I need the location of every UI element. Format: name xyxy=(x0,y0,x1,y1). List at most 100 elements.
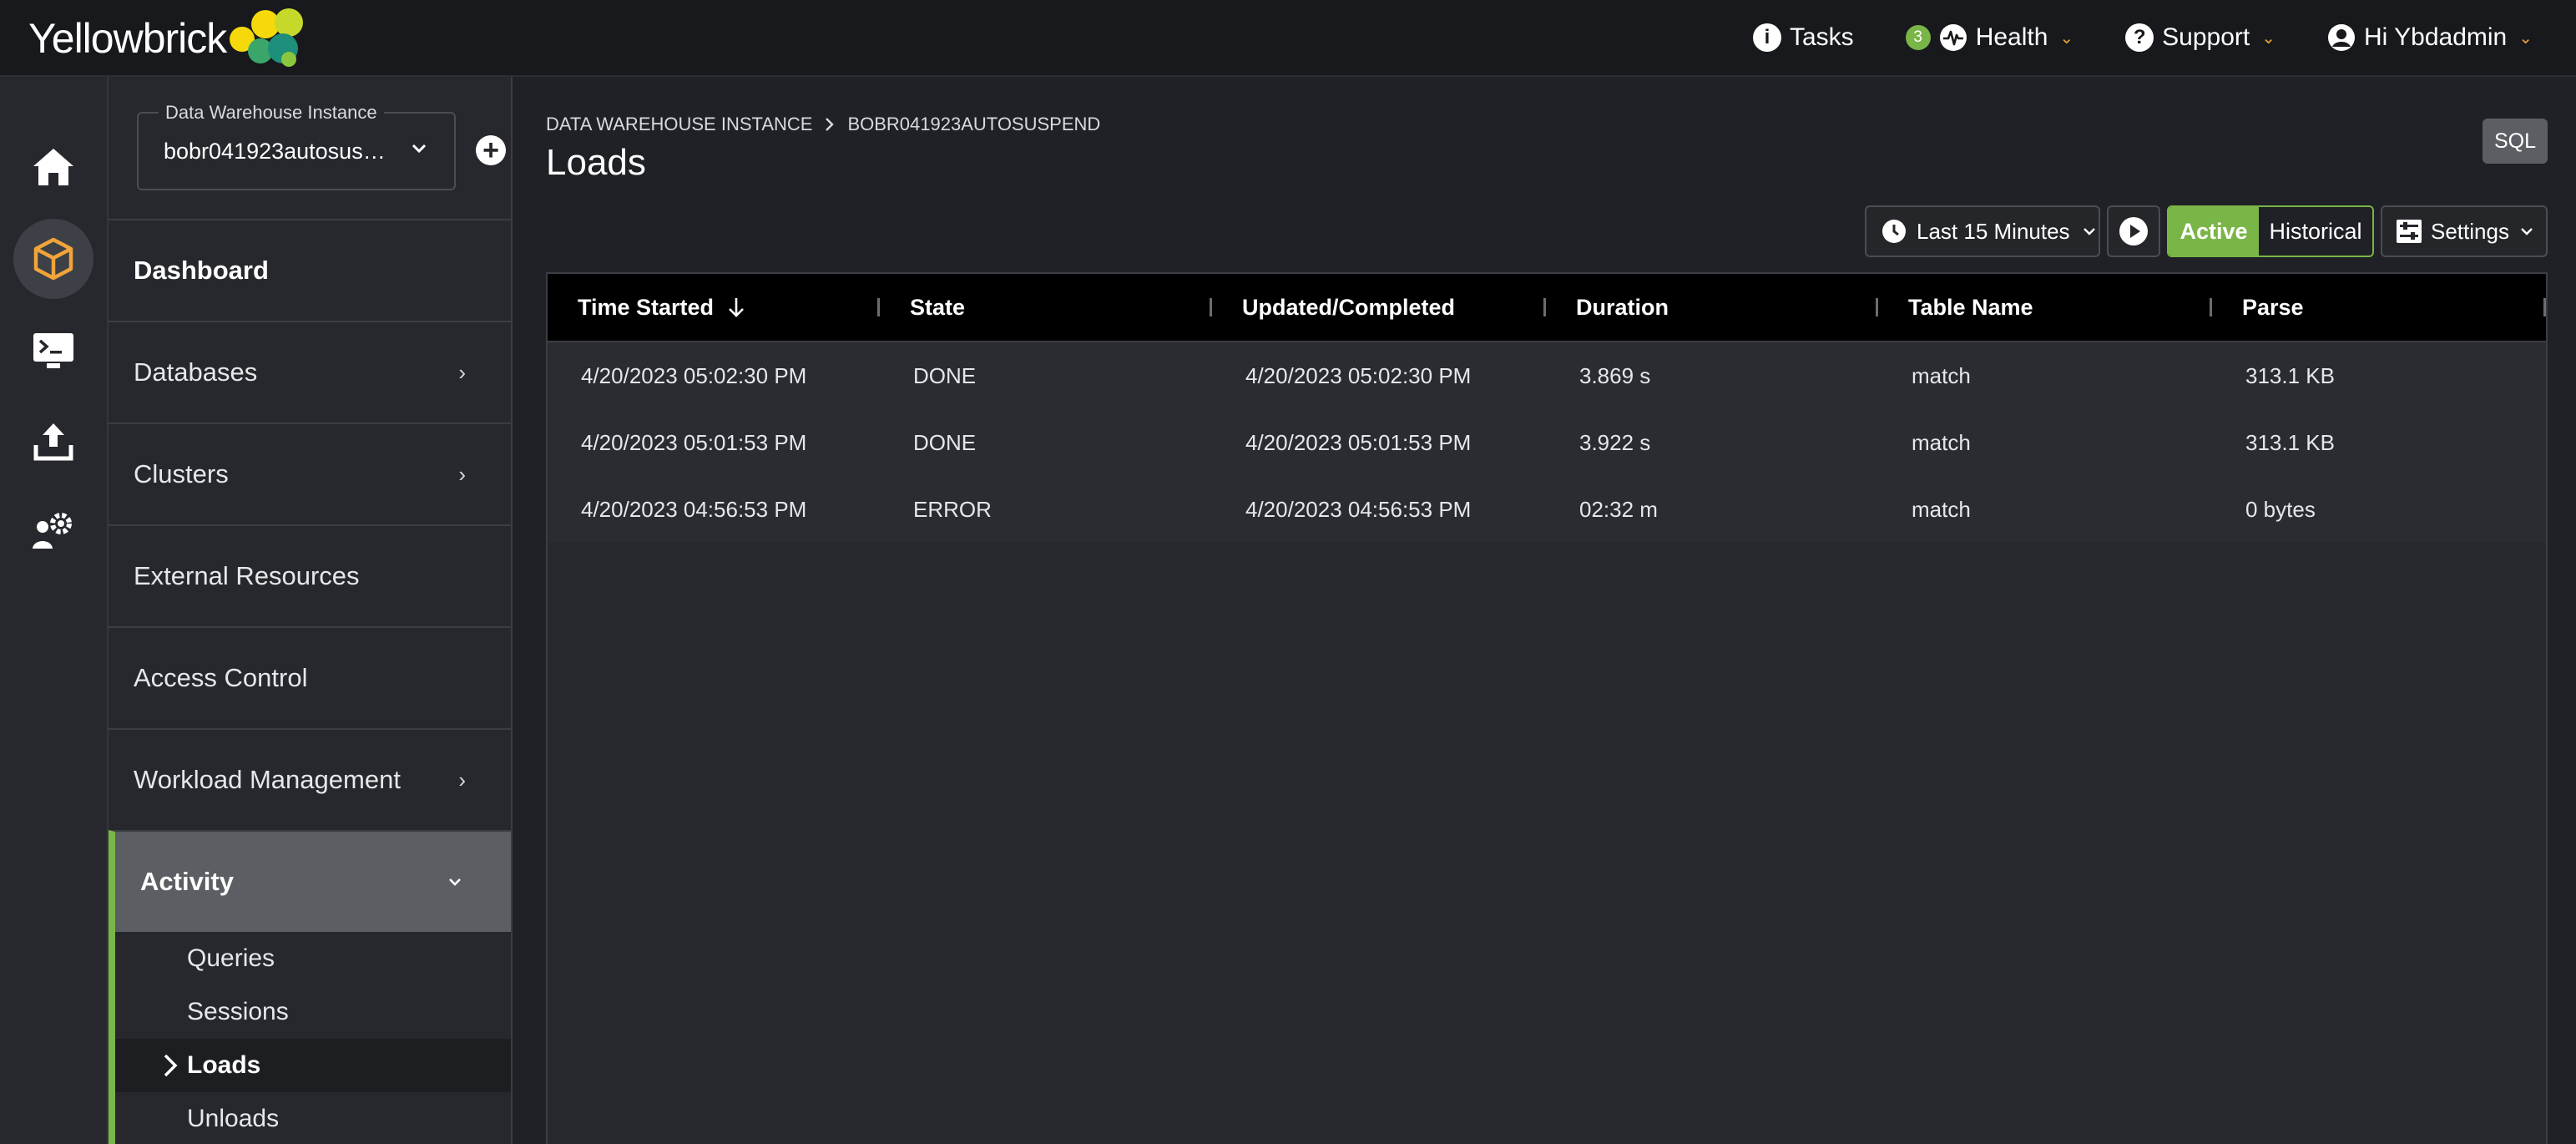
sidebar-subitem-sessions[interactable]: Sessions xyxy=(115,985,511,1039)
sidebar-subitem-label: Loads xyxy=(187,1051,261,1079)
cell-state: ERROR xyxy=(913,496,992,522)
cell-updated-completed: 4/20/2023 04:56:53 PM xyxy=(1245,496,1472,522)
tasks-label: Tasks xyxy=(1790,23,1854,51)
sidebar-item-label: External Resources xyxy=(134,561,360,590)
user-avatar-icon xyxy=(2328,24,2356,51)
sidebar-subitem-unloads[interactable]: Unloads xyxy=(115,1092,511,1144)
settings-label: Settings xyxy=(2431,218,2509,244)
chevron-down-icon xyxy=(2521,228,2533,235)
info-icon: i xyxy=(1753,23,1781,52)
toggle-active[interactable]: Active xyxy=(2169,207,2259,256)
chevron-right-icon: › xyxy=(458,767,466,792)
column-header-label: Parse xyxy=(2242,294,2304,320)
sidebar-item-clusters[interactable]: Clusters › xyxy=(109,423,511,524)
cell-table-name: match xyxy=(1912,496,1971,522)
toggle-historical[interactable]: Historical xyxy=(2259,207,2372,256)
column-header-label: Updated/Completed xyxy=(1242,294,1456,320)
top-bar: Yellowbrick i Tasks 3 Health ⌄ ? Support xyxy=(0,0,2576,77)
sidebar-subitem-label: Unloads xyxy=(187,1105,280,1132)
user-menu[interactable]: Hi Ybdadmin ⌄ xyxy=(2327,23,2533,52)
cell-updated-completed: 4/20/2023 05:02:30 PM xyxy=(1245,362,1472,388)
cube-icon[interactable] xyxy=(13,219,93,299)
play-button[interactable] xyxy=(2107,205,2160,257)
tasks-menu[interactable]: i Tasks xyxy=(1753,23,1854,52)
sidebar-item-label: Clusters xyxy=(134,459,229,488)
chevron-down-icon xyxy=(449,878,461,886)
pulse-icon xyxy=(1939,24,1967,51)
column-header-time-started[interactable]: Time Started xyxy=(548,273,880,342)
activity-subnav: Queries Sessions Loads Unloads xyxy=(109,932,511,1144)
column-header-state[interactable]: State xyxy=(880,273,1212,342)
upload-icon[interactable] xyxy=(13,401,93,481)
sidebar-item-label: Databases xyxy=(134,357,258,387)
clock-icon xyxy=(1882,220,1906,243)
cell-parse: 0 bytes xyxy=(2245,496,2316,522)
health-count-badge: 3 xyxy=(1905,25,1931,50)
time-range-label: Last 15 Minutes xyxy=(1917,218,2070,244)
sidebar: Data Warehouse Instance bobr041923autosu… xyxy=(109,77,513,1144)
sidebar-subitem-loads[interactable]: Loads xyxy=(115,1039,511,1092)
column-header-label: Table Name xyxy=(1908,294,2033,320)
cell-duration: 3.922 s xyxy=(1579,429,1651,455)
cell-time-started: 4/20/2023 04:56:53 PM xyxy=(581,496,807,522)
chevron-right-icon: › xyxy=(458,461,466,487)
cell-table-name: match xyxy=(1912,429,1971,455)
column-header-label: Duration xyxy=(1576,294,1669,320)
terminal-icon[interactable] xyxy=(13,311,93,391)
cell-table-name: match xyxy=(1912,362,1971,388)
brand-name: Yellowbrick xyxy=(28,15,227,62)
breadcrumb-item[interactable]: DATA WAREHOUSE INSTANCE xyxy=(546,114,812,135)
breadcrumb-item[interactable]: BOBR041923AUTOSUSPEND xyxy=(847,114,1100,135)
loads-table: Time Started State Updated/Completed Dur… xyxy=(546,272,2548,1144)
sidebar-subitem-label: Queries xyxy=(187,944,275,972)
column-header-label: State xyxy=(910,294,966,320)
chevron-right-icon: › xyxy=(458,359,466,385)
brand-logo[interactable]: Yellowbrick xyxy=(28,8,305,68)
sidebar-item-dashboard[interactable]: Dashboard xyxy=(109,219,511,321)
table-row[interactable]: 4/20/2023 05:02:30 PM DONE 4/20/2023 05:… xyxy=(548,342,2546,409)
cell-duration: 3.869 s xyxy=(1579,362,1651,388)
column-header-table-name[interactable]: Table Name xyxy=(1878,273,2212,342)
health-menu[interactable]: 3 Health ⌄ xyxy=(1905,23,2073,52)
chevron-right-icon xyxy=(164,1054,178,1077)
sidebar-item-workload-management[interactable]: Workload Management › xyxy=(109,728,511,830)
home-icon[interactable] xyxy=(13,127,93,207)
add-instance-icon[interactable]: + xyxy=(476,135,506,165)
sql-button[interactable]: SQL xyxy=(2483,119,2548,164)
column-header-parse[interactable]: Parse xyxy=(2212,273,2546,342)
column-header-duration[interactable]: Duration xyxy=(1546,273,1878,342)
sidebar-item-external-resources[interactable]: External Resources xyxy=(109,524,511,626)
column-header-updated-completed[interactable]: Updated/Completed xyxy=(1212,273,1546,342)
cell-parse: 313.1 KB xyxy=(2245,362,2335,388)
sidebar-item-access-control[interactable]: Access Control xyxy=(109,626,511,728)
active-historical-toggle: Active Historical xyxy=(2167,205,2374,257)
sidebar-item-label: Access Control xyxy=(134,663,308,692)
settings-menu[interactable]: Settings xyxy=(2381,205,2548,257)
chevron-right-icon xyxy=(826,118,835,131)
admin-gear-icon[interactable] xyxy=(13,491,93,571)
time-range-select[interactable]: Last 15 Minutes xyxy=(1865,205,2100,257)
support-menu[interactable]: ? Support ⌄ xyxy=(2125,23,2275,52)
column-resize-handle[interactable] xyxy=(2543,298,2546,316)
chevron-down-icon: ⌄ xyxy=(2518,28,2533,48)
cell-state: DONE xyxy=(913,362,977,388)
sidebar-item-activity[interactable]: Activity xyxy=(109,830,511,932)
instance-select-label: Data Warehouse Instance xyxy=(159,102,384,124)
sidebar-item-label: Activity xyxy=(140,867,234,896)
sidebar-nav: Dashboard Databases › Clusters › Externa… xyxy=(109,219,511,1144)
sidebar-item-databases[interactable]: Databases › xyxy=(109,321,511,423)
page-title: Loads xyxy=(546,142,646,183)
chevron-down-icon: ⌄ xyxy=(2261,28,2276,48)
breadcrumb: DATA WAREHOUSE INSTANCE BOBR041923AUTOSU… xyxy=(546,114,1100,135)
table-row[interactable]: 4/20/2023 05:01:53 PM DONE 4/20/2023 05:… xyxy=(548,409,2546,476)
table-body: 4/20/2023 05:02:30 PM DONE 4/20/2023 05:… xyxy=(548,342,2546,1144)
top-nav: i Tasks 3 Health ⌄ ? Support ⌄ Hi Ybdadm… xyxy=(1753,0,2533,75)
sidebar-subitem-queries[interactable]: Queries xyxy=(115,932,511,985)
instance-select[interactable]: Data Warehouse Instance bobr041923autosu… xyxy=(137,102,456,190)
sort-arrow-down-icon xyxy=(729,298,744,317)
cell-duration: 02:32 m xyxy=(1579,496,1658,522)
help-icon: ? xyxy=(2125,23,2154,52)
table-row[interactable]: 4/20/2023 04:56:53 PM ERROR 4/20/2023 04… xyxy=(548,476,2546,543)
sidebar-item-label: Workload Management xyxy=(134,765,401,794)
cell-state: DONE xyxy=(913,429,977,455)
